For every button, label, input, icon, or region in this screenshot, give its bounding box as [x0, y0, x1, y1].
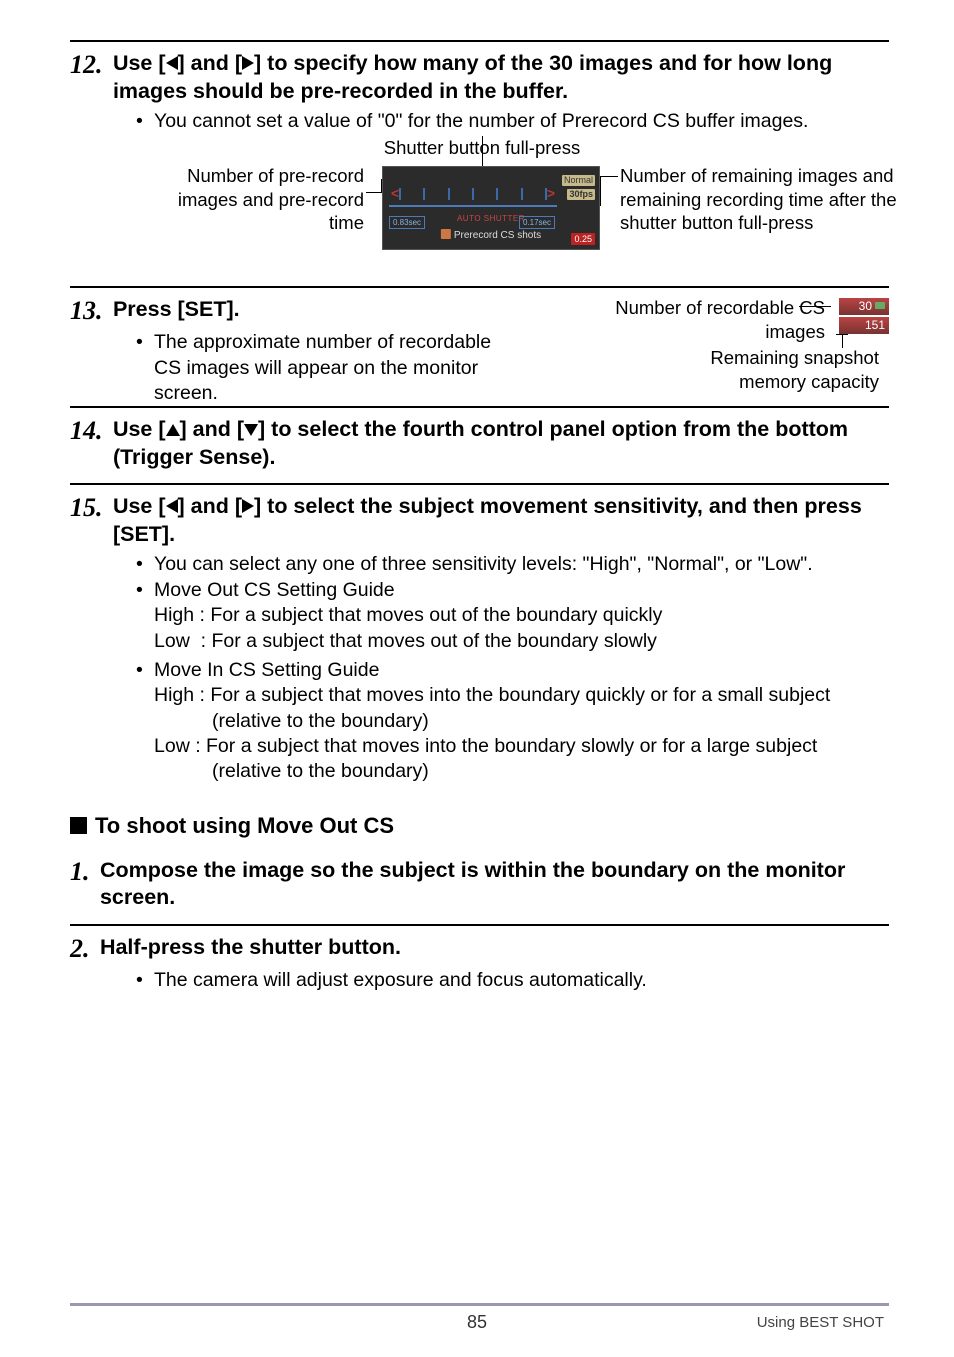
bullet-dot: • — [136, 552, 154, 577]
bullet-text: The approximate number of recordable CS … — [154, 330, 516, 406]
page-number: 85 — [341, 1312, 612, 1333]
arrow-right-icon — [242, 56, 254, 70]
setting-low: Low : For a subject that moves into the … — [154, 734, 889, 785]
step-number: 12. — [70, 50, 103, 80]
t: ] and [ — [178, 494, 243, 518]
step-title: Use [] and [] to select the fourth contr… — [113, 416, 883, 471]
badge-cs-count: 30 — [839, 298, 889, 315]
footer-section: Using BEST SHOT — [613, 1314, 884, 1331]
step-number: 13. — [70, 296, 103, 326]
time-left-box: 0.83sec — [389, 216, 425, 229]
chevron-left-icon: < — [391, 185, 399, 201]
bullet-dot: • — [136, 109, 154, 134]
status-label-cs: Number of recordable CS images — [595, 296, 825, 342]
t: Use [ — [113, 494, 166, 518]
setting-high: High : For a subject that moves into the… — [154, 683, 889, 734]
camera-lcd-mock: < > Normal 30fps 0.83sec AUTO SHUTTER 0.… — [382, 166, 600, 250]
red-badge: 0.25 — [571, 233, 595, 245]
time-right-box: 0.17sec — [519, 216, 555, 229]
prerecord-diagram: Shutter button full-press Number of pre-… — [70, 136, 889, 286]
setting-low: Low : For a subject that moves out of th… — [154, 629, 889, 654]
step-title: Use [] and [] to specify how many of the… — [113, 50, 883, 105]
auto-shutter-label: AUTO SHUTTER — [457, 214, 525, 223]
step-number: 15. — [70, 493, 103, 523]
camera-icon — [875, 302, 885, 309]
chevron-right-icon: > — [547, 185, 555, 201]
step-number: 2. — [70, 934, 90, 964]
t: ] and [ — [178, 51, 243, 75]
bullet-text: The camera will adjust exposure and focu… — [154, 968, 889, 993]
badge-mem-remaining: 151 — [839, 317, 889, 334]
page-footer: 85 Using BEST SHOT — [0, 1303, 954, 1333]
arrow-left-icon — [166, 499, 178, 513]
status-callout: 30 151 Number of recordable CS images Re… — [559, 296, 889, 396]
step-title: Half-press the shutter button. — [100, 934, 870, 962]
step-number: 14. — [70, 416, 103, 446]
subsection-title: To shoot using Move Out CS — [95, 813, 394, 838]
t: ] and [ — [180, 417, 245, 441]
subsection-heading: To shoot using Move Out CS — [70, 813, 889, 839]
step-title: Use [] and [] to select the subject move… — [113, 493, 883, 548]
bullet-dot: • — [136, 330, 154, 406]
connector — [600, 176, 618, 177]
t: Use [ — [113, 417, 166, 441]
arrow-down-icon — [244, 424, 258, 436]
connector — [366, 192, 382, 193]
bullet-dot: • — [136, 658, 154, 683]
prerecord-label: Prerecord CS shots — [441, 229, 541, 241]
connector — [482, 136, 483, 168]
step-title: Compose the image so the subject is with… — [100, 857, 870, 912]
diagram-right-label: Number of remaining images and remaining… — [620, 164, 930, 233]
bullet-dot: • — [136, 578, 154, 603]
square-bullet-icon — [70, 817, 87, 834]
arrow-right-icon — [242, 499, 254, 513]
bullet-text: You can select any one of three sensitiv… — [154, 552, 889, 577]
bullet-text: Move Out CS Setting Guide — [154, 578, 889, 603]
step-title: Press [SET]. — [113, 296, 240, 324]
status-label-mem: Remaining snapshot memory capacity — [669, 346, 879, 392]
badge-normal: Normal — [562, 175, 595, 186]
step-number: 1. — [70, 857, 90, 887]
arrow-left-icon — [166, 56, 178, 70]
bullet-text: Move In CS Setting Guide — [154, 658, 889, 683]
setting-high: High : For a subject that moves out of t… — [154, 603, 889, 628]
diagram-left-label: Number of pre-record images and pre-reco… — [142, 164, 364, 233]
bullet-dot: • — [136, 968, 154, 993]
t: Use [ — [113, 51, 166, 75]
bullet-text: You cannot set a value of "0" for the nu… — [154, 109, 889, 134]
arrow-up-icon — [166, 424, 180, 436]
badge-fps: 30fps — [567, 189, 595, 200]
